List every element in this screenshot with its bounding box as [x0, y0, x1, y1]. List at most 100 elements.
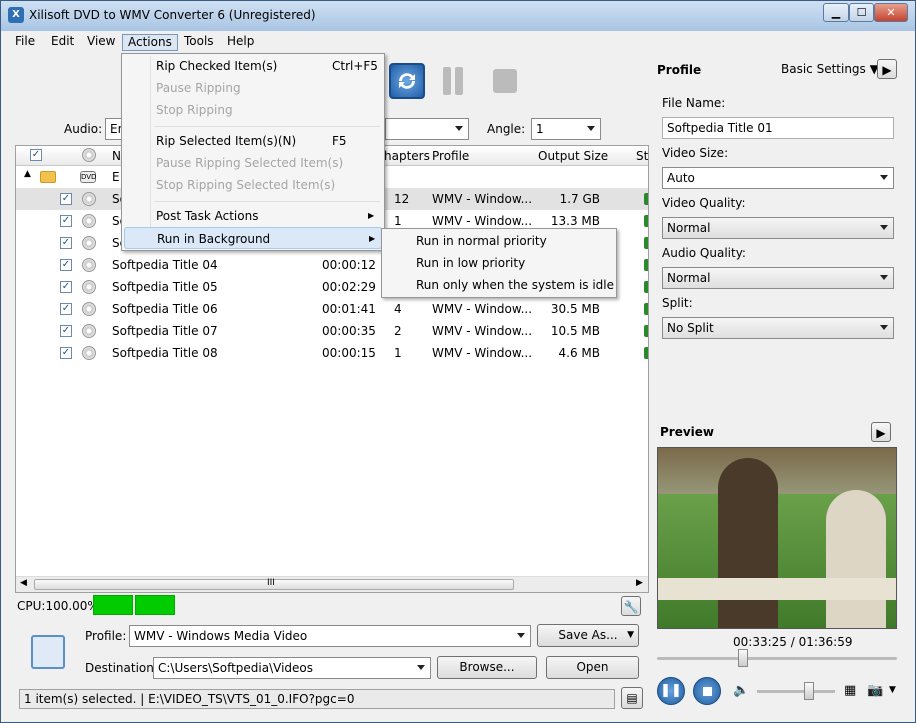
seek-track[interactable] [657, 657, 897, 660]
scroll-right-icon[interactable]: ▶ [636, 578, 643, 588]
browse-button[interactable]: Browse... [437, 656, 537, 679]
row-profile: WMV - Window... [432, 324, 533, 338]
stop-playback-icon[interactable] [693, 677, 721, 705]
menu-tools[interactable]: Tools [179, 34, 219, 51]
menu-item-pause-selected[interactable]: Pause Ripping Selected Item(s) [124, 152, 382, 174]
row-chapters: 2 [394, 324, 402, 338]
menu-item-run-background[interactable]: Run in Background ▶ [124, 227, 382, 249]
status-indicator [644, 281, 648, 293]
cpu-label: CPU:100.00% [17, 599, 99, 613]
camera-dropdown-icon[interactable]: ▼ [889, 685, 896, 695]
horizontal-scrollbar[interactable]: ◀ III ▶ [16, 576, 648, 592]
seek-handle[interactable] [738, 649, 748, 667]
status-indicator [644, 325, 648, 337]
camera-icon[interactable]: 📷 [867, 683, 883, 698]
row-chapters: 4 [394, 302, 402, 316]
minimize-button[interactable]: ▁ [823, 3, 849, 22]
volume-track[interactable] [757, 690, 835, 693]
table-row[interactable]: ✓ Softpedia Title 06 00:01:41 4 WMV - Window… [16, 298, 648, 320]
row-checkbox[interactable]: ✓ [60, 215, 72, 227]
file-name-input[interactable]: Softpedia Title 01 [662, 117, 894, 139]
volume-handle[interactable] [804, 682, 814, 700]
menu-item-low-priority[interactable]: Run in low priority [416, 252, 525, 274]
menu-edit[interactable]: Edit [46, 34, 79, 51]
collapse-icon[interactable]: ▲ [24, 169, 31, 179]
row-output-size: 10.5 MB [550, 324, 600, 338]
row-chapters: 1 [394, 346, 402, 360]
menu-file[interactable]: File [10, 34, 40, 51]
scroll-thumb[interactable]: III [34, 578, 514, 590]
menu-separator [154, 126, 380, 127]
title-bar: X Xilisoft DVD to WMV Converter 6 (Unreg… [1, 1, 915, 31]
menu-item-post-task[interactable]: Post Task Actions ▶ [124, 205, 382, 227]
col-output-size[interactable]: Output Size [538, 149, 608, 163]
disc-icon [82, 236, 96, 250]
row-checkbox[interactable]: ✓ [60, 347, 72, 359]
preview-time: 00:33:25 / 01:36:59 [733, 635, 853, 649]
row-checkbox[interactable]: ✓ [60, 237, 72, 249]
table-row[interactable]: ✓ Softpedia Title 07 00:00:35 2 WMV - Window… [16, 320, 648, 342]
menu-item-stop-selected[interactable]: Stop Ripping Selected Item(s) [124, 174, 382, 196]
play-pause-icon[interactable]: ❚❚ [657, 677, 685, 705]
video-size-select[interactable]: Auto [662, 167, 894, 189]
col-profile[interactable]: Profile [432, 149, 469, 163]
open-button[interactable]: Open [546, 656, 639, 679]
menu-item-rip-checked[interactable]: Rip Checked Item(s) Ctrl+F5 [124, 55, 382, 77]
row-checkbox[interactable]: ✓ [60, 281, 72, 293]
save-as-button[interactable]: Save As... ▼ [537, 624, 639, 647]
row-checkbox[interactable]: ✓ [60, 193, 72, 205]
menu-actions[interactable]: Actions [122, 34, 178, 51]
profile-select[interactable]: WMV - Windows Media Video [129, 625, 531, 647]
row-name: Softpedia Title 04 [112, 258, 218, 272]
submenu-arrow-icon: ▶ [369, 234, 376, 243]
actions-menu: Rip Checked Item(s) Ctrl+F5 Pause Ripping… [121, 53, 385, 251]
preview-expand-button[interactable]: ▶ [871, 422, 891, 442]
expand-panel-button[interactable]: ▶ [877, 59, 897, 79]
wrench-icon[interactable]: 🔧 [621, 596, 641, 616]
col-chapters[interactable]: hapters [384, 149, 430, 163]
row-duration: 00:00:15 [322, 346, 376, 360]
destination-select[interactable]: C:\Users\Softpedia\Videos [153, 657, 431, 679]
menu-item-stop-ripping[interactable]: Stop Ripping [124, 99, 382, 121]
close-button[interactable]: ✕ [874, 3, 908, 22]
status-indicator [644, 303, 648, 315]
menu-item-rip-selected[interactable]: Rip Selected Item(s)(N) F5 [124, 130, 382, 152]
row-checkbox[interactable]: ✓ [60, 325, 72, 337]
menu-item-idle-priority[interactable]: Run only when the system is idle [416, 274, 614, 296]
col-status[interactable]: Sta [636, 149, 648, 163]
row-checkbox[interactable]: ✓ [60, 303, 72, 315]
snapshot-list-icon[interactable]: ▦ [844, 683, 856, 698]
log-icon[interactable]: ▤ [621, 687, 643, 709]
disc-icon [82, 192, 96, 206]
audio-quality-select[interactable]: Normal [662, 267, 894, 289]
menu-view[interactable]: View [82, 34, 120, 51]
stop-icon[interactable] [493, 69, 517, 93]
table-row[interactable]: ✓ Softpedia Title 08 00:00:15 1 WMV - Window… [16, 342, 648, 364]
row-duration: 00:01:41 [322, 302, 376, 316]
angle-label: Angle: [487, 122, 526, 136]
profile-panel: Profile Basic Settings ▼ ▶ File Name: So… [651, 53, 909, 713]
scroll-left-icon[interactable]: ◀ [20, 578, 27, 588]
menu-separator [154, 201, 380, 202]
menu-item-normal-priority[interactable]: Run in normal priority [416, 230, 547, 252]
convert-icon[interactable] [389, 63, 425, 99]
maximize-button[interactable]: ☐ [849, 3, 874, 22]
row-checkbox[interactable]: ✓ [60, 259, 72, 271]
row-profile: WMV - Window... [432, 192, 533, 206]
angle-select[interactable]: 1 [531, 118, 601, 140]
check-all-checkbox[interactable]: ✓ [30, 149, 42, 161]
submenu-arrow-icon: ▶ [368, 211, 375, 220]
video-quality-select[interactable]: Normal [662, 217, 894, 239]
col-name[interactable]: N [112, 149, 121, 163]
row-chapters: 12 [394, 192, 410, 206]
subtitle-select[interactable] [385, 118, 469, 140]
volume-icon[interactable]: 🔈 [733, 683, 749, 698]
split-select[interactable]: No Split [662, 317, 894, 339]
menu-item-pause-ripping[interactable]: Pause Ripping [124, 77, 382, 99]
disc-icon [82, 346, 96, 360]
basic-settings-dropdown[interactable]: Basic Settings ▼ [781, 62, 879, 76]
menu-help[interactable]: Help [222, 34, 259, 51]
row-output-size: 13.3 MB [550, 214, 600, 228]
pause-icon[interactable] [441, 67, 467, 97]
audio-quality-label: Audio Quality: [662, 246, 746, 260]
